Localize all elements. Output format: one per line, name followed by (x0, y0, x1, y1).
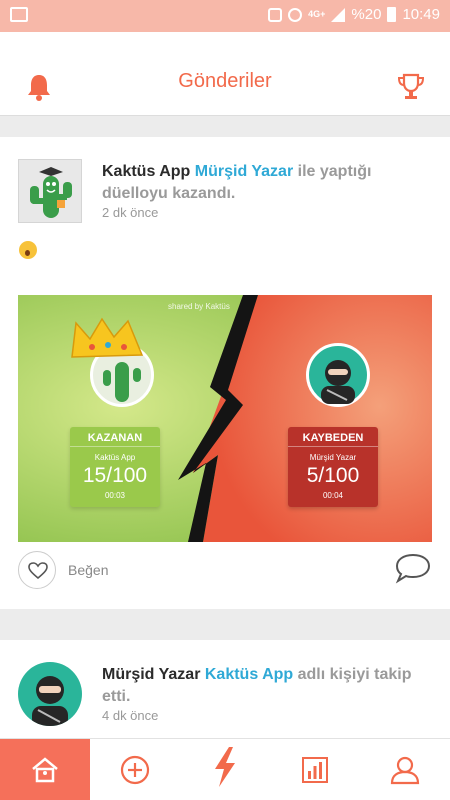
stats-icon (302, 757, 328, 783)
loser-box: KAYBEDEN Mürşid Yazar 5/100 00:04 (288, 427, 378, 507)
ninja-icon (321, 360, 355, 404)
winner-box: KAZANAN Kaktüs App 15/100 00:03 (70, 427, 160, 507)
post-card: Kaktüs App Mürşid Yazar ile yaptığı düel… (0, 137, 450, 609)
author-name[interactable]: Mürşid Yazar (102, 666, 200, 683)
post-card: Mürşid Yazar Kaktüs App adlı kişiyi taki… (0, 640, 450, 740)
post-time: 2 dk önce (102, 205, 159, 220)
avatar[interactable] (18, 662, 82, 726)
avatar[interactable] (18, 159, 82, 223)
winner-label: KAZANAN (70, 427, 160, 447)
home-icon (32, 757, 58, 783)
tab-home[interactable] (0, 739, 90, 800)
like-label[interactable]: Beğen (68, 562, 108, 578)
target-link[interactable]: Kaktüs App (205, 666, 293, 683)
profile-icon (390, 756, 420, 785)
loser-avatar (306, 343, 370, 407)
status-bar: 4G+ %20 10:49 (0, 0, 450, 32)
lock-icon (268, 7, 283, 22)
add-circle-icon (120, 755, 150, 785)
lightning-icon (215, 747, 235, 787)
duel-result-image[interactable]: shared by Kaktüs KAZANAN Kaktüs App 15/1… (18, 295, 432, 542)
loser-score: 5/100 (306, 464, 360, 487)
post-text: Mürşid Yazar Kaktüs App adlı kişiyi taki… (102, 664, 442, 708)
author-name[interactable]: Kaktüs App (102, 163, 190, 180)
loser-duration: 00:04 (322, 491, 344, 500)
winner-duration: 00:03 (104, 491, 126, 500)
battery-percent: %20 (351, 6, 382, 23)
comment-icon[interactable] (394, 552, 432, 584)
loser-name: Mürşid Yazar (309, 453, 357, 462)
crown-icon (71, 317, 144, 358)
image-icon (10, 7, 28, 22)
cactus-icon (30, 167, 72, 218)
clock: 10:49 (402, 6, 440, 23)
winner-name: Kaktüs App (94, 453, 136, 462)
app-header: Gönderiler (0, 32, 450, 116)
tab-stats[interactable] (270, 739, 360, 800)
tab-duel[interactable] (180, 739, 270, 800)
shared-by-label: shared by Kaktüs (168, 302, 230, 311)
surprised-emoji-icon (19, 241, 37, 259)
bottom-nav (0, 738, 450, 800)
post-text: Kaktüs App Mürşid Yazar ile yaptığı düel… (102, 161, 432, 205)
ninja-icon (32, 676, 68, 726)
heart-icon (28, 562, 48, 580)
post-time: 4 dk önce (102, 708, 159, 723)
tab-add[interactable] (90, 739, 180, 800)
like-button[interactable] (18, 551, 56, 589)
tab-profile[interactable] (360, 739, 450, 800)
alarm-icon (288, 7, 303, 22)
page-title: Gönderiler (178, 70, 272, 92)
battery-icon (387, 7, 397, 22)
winner-score: 15/100 (82, 464, 148, 487)
network-label: 4G+ (308, 9, 326, 19)
opponent-link[interactable]: Mürşid Yazar (195, 163, 293, 180)
trophy-icon[interactable] (396, 72, 426, 102)
loser-label: KAYBEDEN (288, 427, 378, 447)
signal-icon (331, 7, 346, 22)
